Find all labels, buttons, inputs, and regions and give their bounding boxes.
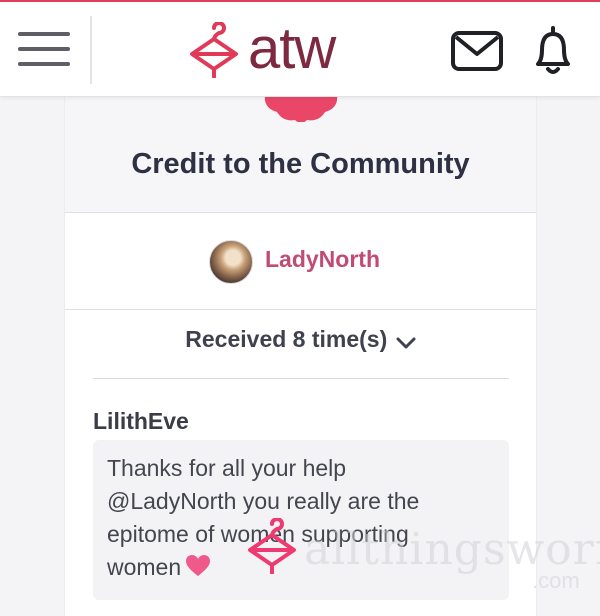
award-badge-icon: [264, 96, 338, 122]
menu-icon[interactable]: [16, 24, 72, 74]
author-link[interactable]: LadyNorth: [265, 246, 380, 273]
award-card: Credit to the Community LadyNorth Receiv…: [64, 96, 537, 616]
received-count: Received 8 time(s): [185, 326, 388, 352]
header-divider: [90, 16, 92, 84]
hanger-logo-icon: [190, 22, 238, 78]
received-toggle[interactable]: Received 8 time(s): [65, 326, 536, 366]
logo-text: atw: [248, 16, 336, 81]
divider: [93, 378, 509, 379]
comment-line: women: [107, 554, 182, 580]
award-title: Credit to the Community: [131, 148, 470, 180]
top-navbar: atw: [0, 2, 600, 97]
avatar[interactable]: [209, 240, 253, 284]
award-header: Credit to the Community: [65, 96, 536, 213]
comment-line-last: women: [107, 551, 503, 584]
award-author-row: LadyNorth: [65, 213, 536, 310]
heart-icon: [186, 555, 211, 576]
comment-box: Thanks for all your help @LadyNorth you …: [93, 440, 509, 600]
comment-line: @LadyNorth you really are the: [107, 488, 420, 514]
chevron-down-icon: [396, 337, 416, 349]
mail-icon[interactable]: [450, 30, 504, 72]
site-logo[interactable]: atw: [186, 16, 366, 82]
commenter-name[interactable]: LilithEve: [93, 408, 189, 435]
comment-text: Thanks for all your help @LadyNorth you …: [107, 452, 503, 584]
bell-icon[interactable]: [528, 24, 578, 78]
comment-line: Thanks for all your help: [107, 455, 347, 481]
comment-line: epitome of women supporting: [107, 521, 409, 547]
watermark-suffix: .com: [532, 568, 580, 593]
